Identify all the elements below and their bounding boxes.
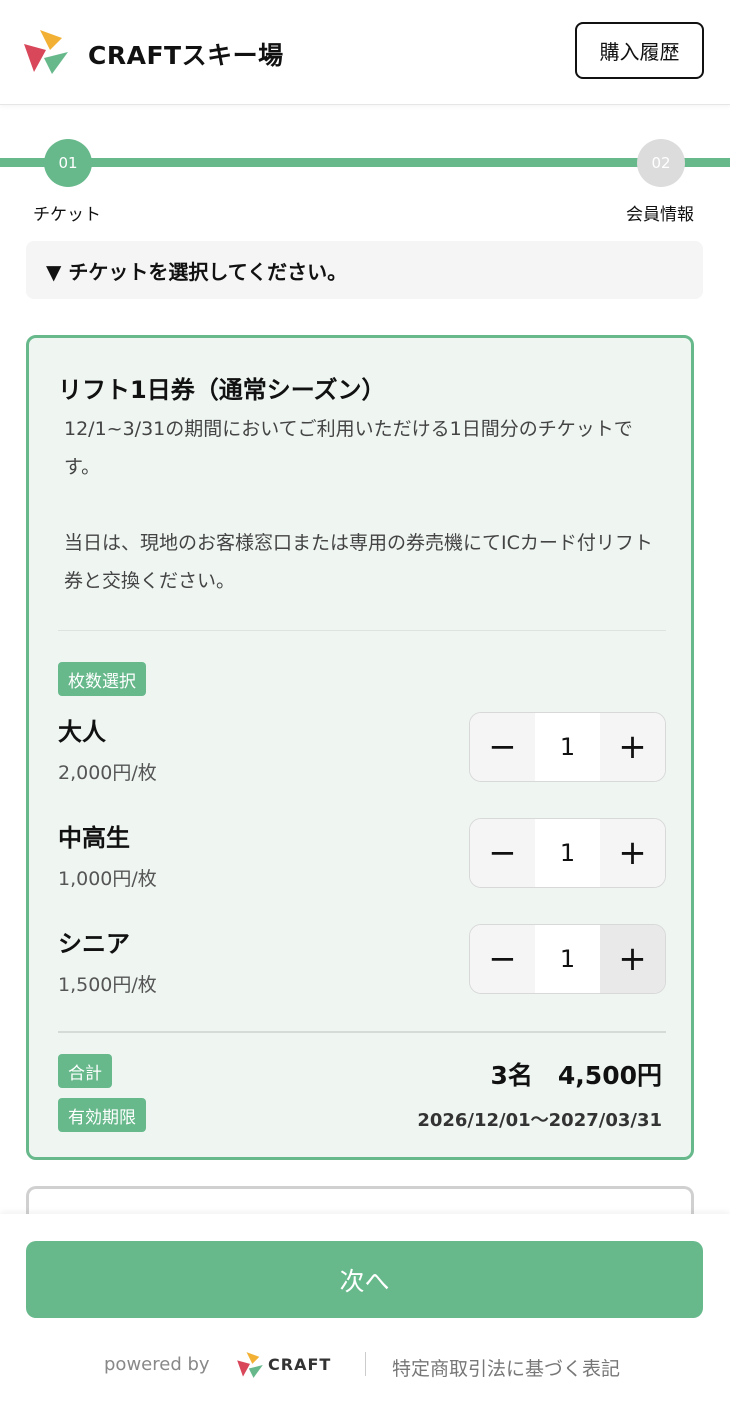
student-price: 1,000円/枚 [58, 868, 157, 890]
senior-quantity-stepper: − 1 + [469, 924, 666, 994]
student-plus-button[interactable]: + [600, 819, 665, 887]
quantity-badge: 枚数選択 [58, 662, 146, 696]
divider [58, 630, 666, 631]
senior-price: 1,500円/枚 [58, 974, 157, 996]
senior-quantity-value: 1 [535, 925, 600, 993]
adult-price: 2,000円/枚 [58, 762, 157, 784]
app-title: CRAFTスキー場 [88, 41, 284, 70]
craft-brand-icon [237, 1352, 263, 1378]
student-quantity-stepper: − 1 + [469, 818, 666, 888]
craft-logo-icon [24, 30, 68, 74]
validity-badge: 有効期限 [58, 1098, 146, 1132]
ticket-title: リフト1日券（通常シーズン） [58, 376, 386, 404]
total-badge: 合計 [58, 1054, 112, 1088]
step-2-label: 会員情報 [626, 205, 694, 225]
validity-period: 2026/12/01〜2027/03/31 [417, 1110, 662, 1131]
student-minus-button[interactable]: − [470, 819, 535, 887]
ticket-description: 12/1~3/31の期間においてご利用いただける1日間分のチケットです。 当日は… [64, 410, 664, 600]
step-1-label: チケット [33, 205, 101, 225]
step-1-indicator: 01 [44, 139, 92, 187]
senior-label: シニア [58, 930, 130, 958]
ticket-description-period: 12/1~3/31の期間においてご利用いただける1日間分のチケットです。 [64, 418, 633, 478]
legal-notice-link[interactable]: 特定商取引法に基づく表記 [392, 1354, 620, 1381]
next-button[interactable]: 次へ [26, 1241, 703, 1318]
ticket-description-exchange: 当日は、現地のお客様窓口または専用の券売機にてICカード付リフト券と交換ください… [64, 532, 653, 592]
total-value: 3名 4,500円 [490, 1061, 662, 1090]
adult-label: 大人 [58, 718, 106, 746]
progress-line [0, 158, 730, 167]
footer: 次へ powered by CRAFT 特定商取引法に基づく表記 [0, 1214, 730, 1406]
adult-plus-button[interactable]: + [600, 713, 665, 781]
adult-minus-button[interactable]: − [470, 713, 535, 781]
purchase-history-button[interactable]: 購入履歴 [575, 22, 704, 79]
senior-plus-button[interactable]: + [600, 925, 665, 993]
senior-minus-button[interactable]: − [470, 925, 535, 993]
adult-quantity-stepper: − 1 + [469, 712, 666, 782]
footer-separator [365, 1352, 366, 1376]
student-label: 中高生 [58, 824, 130, 852]
student-quantity-value: 1 [535, 819, 600, 887]
app-header: CRAFTスキー場 購入履歴 [0, 0, 730, 105]
instruction-banner: ▼ チケットを選択してください。 [26, 241, 703, 299]
powered-by-label: powered by [104, 1354, 210, 1375]
adult-quantity-value: 1 [535, 713, 600, 781]
craft-brand-name: CRAFT [268, 1355, 332, 1374]
step-2-indicator: 02 [637, 139, 685, 187]
ticket-card[interactable]: リフト1日券（通常シーズン） 12/1~3/31の期間においてご利用いただける1… [26, 335, 694, 1160]
divider [58, 1031, 666, 1033]
